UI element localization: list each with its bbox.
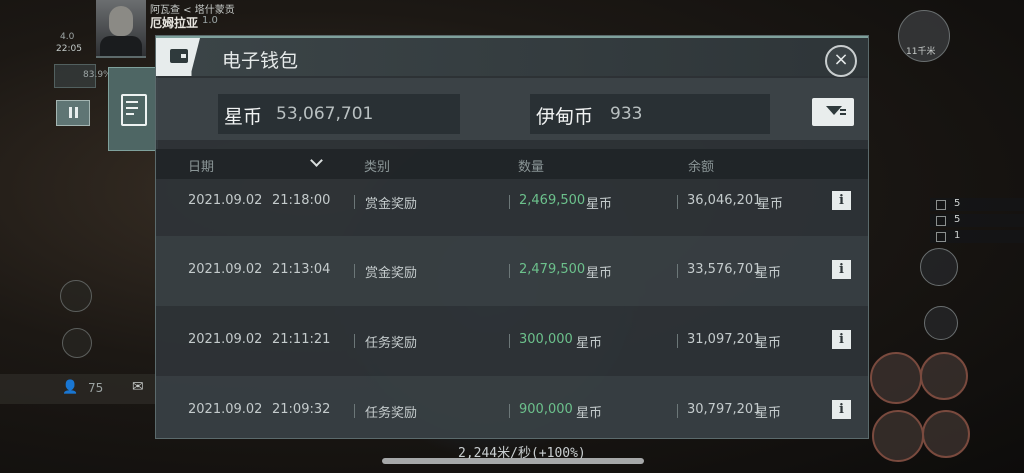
row-type: 赏金奖励 <box>365 266 418 281</box>
isk-label: 星币 <box>224 106 263 128</box>
row-balance: 30,797,201 <box>687 402 762 417</box>
column-header: 日期 类别 数量 余额 <box>156 149 868 179</box>
row-balance: 36,046,201 <box>687 193 762 208</box>
stat-row-2: 5 <box>930 214 1024 227</box>
row-balance-unit: 星币 <box>757 197 784 212</box>
stat-value-1: 5 <box>954 198 961 209</box>
isk-balance-box: 星币 53,067,701 <box>218 94 460 134</box>
pause-button[interactable] <box>56 100 90 126</box>
panel-header: 电子钱包 × <box>156 36 868 77</box>
cargo-indicator[interactable]: 83.9% <box>54 64 112 88</box>
row-amount: 900,000 <box>519 402 573 417</box>
module-slot-1[interactable] <box>870 352 922 404</box>
row-balance-unit: 星币 <box>755 266 782 281</box>
document-icon <box>121 94 147 126</box>
module-slot-3[interactable] <box>872 410 924 462</box>
row-date: 2021.09.02 <box>188 402 263 417</box>
col-type: 类别 <box>364 160 391 175</box>
row-amount: 300,000 <box>519 332 573 347</box>
row-amount-unit: 星币 <box>576 406 603 421</box>
filter-button[interactable] <box>812 98 854 126</box>
row-time: 21:18:00 <box>272 193 331 208</box>
stat-row-1: 5 <box>930 198 1024 211</box>
row-type: 任务奖励 <box>365 406 418 421</box>
table-row[interactable]: 2021.09.02 21:11:21 任务奖励 300,000 星币 31,0… <box>156 306 868 376</box>
stat-value-3: 1 <box>954 230 961 241</box>
row-time: 21:13:04 <box>272 262 331 277</box>
table-row[interactable]: 2021.09.02 21:13:04 赏金奖励 2,479,500 星币 33… <box>156 236 868 306</box>
row-time: 21:11:21 <box>272 332 331 347</box>
row-balance-unit: 星币 <box>755 336 782 351</box>
balance-row: 星币 53,067,701 伊甸币 933 <box>156 78 868 140</box>
row-amount-unit: 星币 <box>586 197 613 212</box>
module-slot-4[interactable] <box>922 410 970 458</box>
module-slot-2[interactable] <box>920 352 968 400</box>
table-row[interactable]: 2021.09.02 21:18:00 赏金奖励 2,469,500 星币 36… <box>156 179 868 236</box>
portrait-face <box>109 6 133 36</box>
table-row[interactable]: 2021.09.02 21:09:32 任务奖励 900,000 星币 30,7… <box>156 376 868 438</box>
info-icon[interactable]: i <box>832 400 851 419</box>
row-date: 2021.09.02 <box>188 332 263 347</box>
target-icon[interactable] <box>60 280 92 312</box>
mail-icon[interactable]: ✉ <box>132 379 144 395</box>
stat-row-3: 1 <box>930 230 1024 243</box>
side-tab-wallet[interactable] <box>108 67 158 151</box>
distance-label: 11千米 <box>906 47 936 57</box>
eye-icon[interactable] <box>920 248 958 286</box>
portrait-body <box>100 36 142 56</box>
row-time: 21:09:32 <box>272 402 331 417</box>
stat-value-2: 5 <box>954 214 961 225</box>
wallet-icon <box>170 49 188 63</box>
avatar-icon[interactable] <box>62 328 92 358</box>
row-date: 2021.09.02 <box>188 193 263 208</box>
people-icon: 👤 <box>62 380 79 395</box>
col-balance: 余额 <box>688 160 715 175</box>
row-type: 赏金奖励 <box>365 197 418 212</box>
row-balance: 31,097,201 <box>687 332 762 347</box>
row-amount: 2,469,500 <box>519 193 586 208</box>
security-status: 1.0 <box>202 15 218 26</box>
header-icon-area <box>156 38 200 76</box>
plex-value: 933 <box>610 104 643 124</box>
row-type: 任务奖励 <box>365 336 418 351</box>
player-portrait[interactable] <box>96 0 146 58</box>
col-amount: 数量 <box>518 160 545 175</box>
row-amount-unit: 星币 <box>576 336 603 351</box>
chevron-down-icon[interactable] <box>310 154 323 167</box>
local-count: 75 <box>88 381 104 395</box>
swap-icon[interactable] <box>924 306 958 340</box>
plex-label: 伊甸币 <box>536 106 594 128</box>
info-icon[interactable]: i <box>832 330 851 349</box>
row-balance: 33,576,701 <box>687 262 762 277</box>
panel-title: 电子钱包 <box>222 50 299 72</box>
row-amount-unit: 星币 <box>586 266 613 281</box>
left-small-value: 4.0 <box>60 32 75 42</box>
info-icon[interactable]: i <box>832 260 851 279</box>
info-icon[interactable]: i <box>832 191 851 210</box>
home-indicator <box>382 458 644 464</box>
col-date[interactable]: 日期 <box>188 156 214 175</box>
clock-time: 22:05 <box>56 44 82 54</box>
row-amount: 2,479,500 <box>519 262 586 277</box>
row-date: 2021.09.02 <box>188 262 263 277</box>
isk-value: 53,067,701 <box>276 104 374 124</box>
close-button[interactable]: × <box>825 45 857 77</box>
plex-balance-box: 伊甸币 933 <box>530 94 770 134</box>
row-balance-unit: 星币 <box>755 406 782 421</box>
wallet-panel: 电子钱包 × 星币 53,067,701 伊甸币 933 日期 类别 数量 余额… <box>156 36 868 438</box>
player-name: 厄姆拉亚 <box>150 16 199 30</box>
